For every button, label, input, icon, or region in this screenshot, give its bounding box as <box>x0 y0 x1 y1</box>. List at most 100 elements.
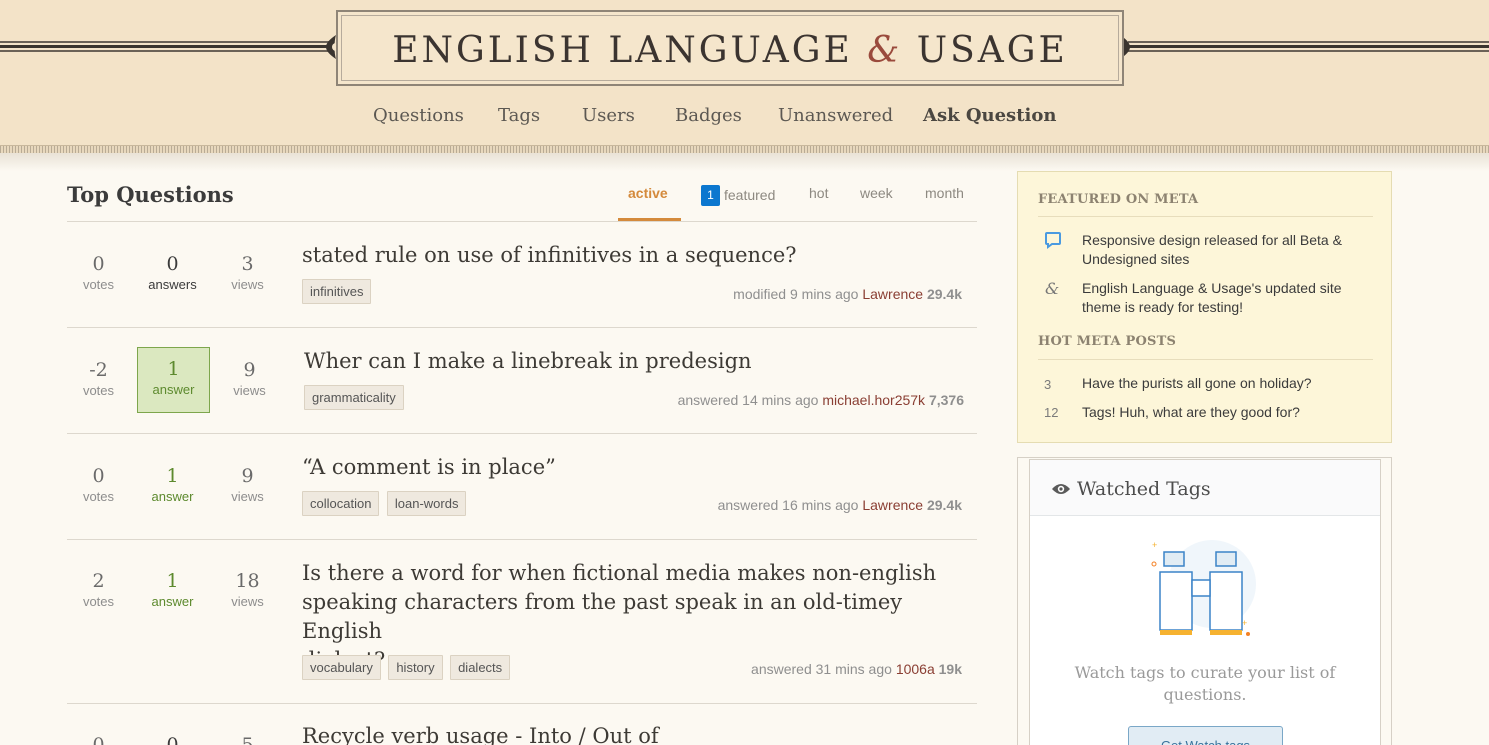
question-row: 0 votes 1 answer 9 views “A comment is i… <box>67 434 977 540</box>
ampersand-logo-icon: & <box>1045 279 1059 297</box>
question-title-line: speaking characters from the past speak … <box>302 590 903 643</box>
main-nav: Questions Tags Users Badges Unanswered A… <box>0 105 1489 131</box>
answer-count: 0 <box>136 732 209 745</box>
vote-number: 0 <box>92 253 105 275</box>
answer-number: 0 <box>166 253 179 275</box>
question-title-link[interactable]: Recycle verb usage - Into / Out of <box>302 722 659 745</box>
activity-time-link[interactable]: answered 16 mins ago <box>718 497 859 513</box>
vote-label: votes <box>82 489 115 504</box>
question-tags: collocation loan-words <box>302 491 469 516</box>
page-title: Top Questions <box>67 182 234 207</box>
nav-users[interactable]: Users <box>582 105 635 126</box>
question-row: -2 votes 1 answer 9 views Wher can I mak… <box>67 328 977 434</box>
answer-label: answer <box>151 489 194 504</box>
user-link[interactable]: michael.hor257k <box>822 392 925 408</box>
view-count: 3 views <box>211 251 284 292</box>
get-watch-tags-button[interactable]: Get Watch tags <box>1128 726 1283 745</box>
tab-week[interactable]: week <box>860 185 893 201</box>
hot-post-link[interactable]: Tags! Huh, what are they good for? <box>1082 403 1377 422</box>
nav-questions[interactable]: Questions <box>373 105 464 126</box>
vote-number: -2 <box>89 359 108 381</box>
watched-tags-panel: Watched Tags + + Watch tags to curate yo… <box>1029 459 1381 745</box>
answer-number: 1 <box>166 570 179 592</box>
answer-label: answer <box>152 382 195 397</box>
view-number: 5 <box>241 734 254 745</box>
nav-unanswered[interactable]: Unanswered <box>778 105 893 126</box>
view-label: views <box>231 489 264 504</box>
tag-link[interactable]: loan-words <box>386 491 467 516</box>
hot-post-count: 12 <box>1044 405 1059 420</box>
header-rail-right <box>1128 41 1489 52</box>
view-number: 9 <box>243 359 256 381</box>
question-row: 2 votes 1 answer 18 views Is there a wor… <box>67 540 977 704</box>
watched-tags-title: Watched Tags <box>1077 478 1211 500</box>
vote-label: votes <box>82 594 115 609</box>
nav-tags[interactable]: Tags <box>498 105 540 126</box>
vote-number: 0 <box>92 465 105 487</box>
user-link[interactable]: 1006a <box>896 661 935 677</box>
question-title-link[interactable]: stated rule on use of infinitives in a s… <box>302 241 797 270</box>
question-title-link[interactable]: “A comment is in place” <box>302 453 556 482</box>
featured-link-line: English Language & Usage's updated site <box>1082 280 1342 296</box>
svg-text:&: & <box>1045 279 1059 297</box>
user-link[interactable]: Lawrence <box>862 286 923 302</box>
tag-link[interactable]: grammaticality <box>304 385 404 410</box>
question-meta: answered 14 mins ago michael.hor257k 7,3… <box>678 392 964 408</box>
vote-count: -2 votes <box>62 357 135 398</box>
svg-text:+: + <box>1242 618 1247 628</box>
question-tags: grammaticality <box>304 385 407 410</box>
nav-ask-question[interactable]: Ask Question <box>923 105 1056 126</box>
hot-post-count: 3 <box>1044 377 1052 392</box>
question-meta: answered 31 mins ago 1006a 19k <box>751 661 962 677</box>
activity-time-link[interactable]: answered 31 mins ago <box>751 661 892 677</box>
tab-hot[interactable]: hot <box>809 185 828 201</box>
tag-link[interactable]: collocation <box>302 491 380 516</box>
activity-time-link[interactable]: answered 14 mins ago <box>678 392 819 408</box>
chat-bubble-icon <box>1045 232 1061 249</box>
activity-time-link[interactable]: modified 9 mins ago <box>733 286 858 302</box>
vote-label: votes <box>82 277 115 292</box>
featured-link[interactable]: English Language & Usage's updated site … <box>1082 279 1377 317</box>
answer-number: 0 <box>166 734 179 745</box>
tab-featured[interactable]: 1 featured <box>701 185 775 206</box>
watched-tags-header: Watched Tags <box>1030 460 1380 516</box>
vote-count: 0 votes <box>62 463 135 504</box>
tab-active[interactable]: active <box>628 185 668 201</box>
featured-heading: FEATURED ON META <box>1038 192 1199 207</box>
question-title-line: Is there a word for when fictional media… <box>302 561 937 585</box>
view-count: 9 views <box>211 463 284 504</box>
tag-link[interactable]: vocabulary <box>302 655 381 680</box>
nav-badges[interactable]: Badges <box>675 105 742 126</box>
tab-month[interactable]: month <box>925 185 964 201</box>
hot-post-link[interactable]: Have the purists all gone on holiday? <box>1082 374 1377 393</box>
question-row: 0 votes 0 answers 3 views stated rule on… <box>67 222 977 328</box>
answer-count-accepted: 1 answer <box>137 347 210 413</box>
divider <box>1038 216 1373 217</box>
site-title-box[interactable]: ENGLISH LANGUAGE & USAGE <box>336 10 1124 86</box>
questions-header: Top Questions active 1 featured hot week … <box>67 170 977 222</box>
question-tags: infinitives <box>302 279 374 304</box>
header-shadow <box>0 153 1489 171</box>
header-border <box>0 145 1489 153</box>
view-count: 5 <box>211 732 284 745</box>
question-title-link[interactable]: Wher can I make a linebreak in predesign <box>304 347 752 376</box>
view-number: 18 <box>235 570 260 592</box>
tag-link[interactable]: infinitives <box>302 279 372 304</box>
vote-count: 0 <box>62 732 135 745</box>
featured-link-line: theme is ready for testing! <box>1082 299 1244 315</box>
tab-featured-label: featured <box>724 187 776 203</box>
answer-count: 1 answer <box>136 463 209 504</box>
tag-link[interactable]: history <box>388 655 443 680</box>
answer-count: 0 answers <box>136 251 209 292</box>
active-tab-indicator <box>618 218 681 221</box>
answer-label: answers <box>148 277 197 292</box>
view-count: 18 views <box>211 568 284 609</box>
site-title[interactable]: ENGLISH LANGUAGE & USAGE <box>338 30 1122 71</box>
featured-link[interactable]: Responsive design released for all Beta … <box>1082 231 1377 269</box>
view-number: 9 <box>241 465 254 487</box>
vote-label: votes <box>82 383 115 398</box>
user-link[interactable]: Lawrence <box>862 497 923 513</box>
svg-text:+: + <box>1152 540 1157 550</box>
tag-link[interactable]: dialects <box>450 655 511 680</box>
site-title-ampersand: & <box>867 30 903 71</box>
